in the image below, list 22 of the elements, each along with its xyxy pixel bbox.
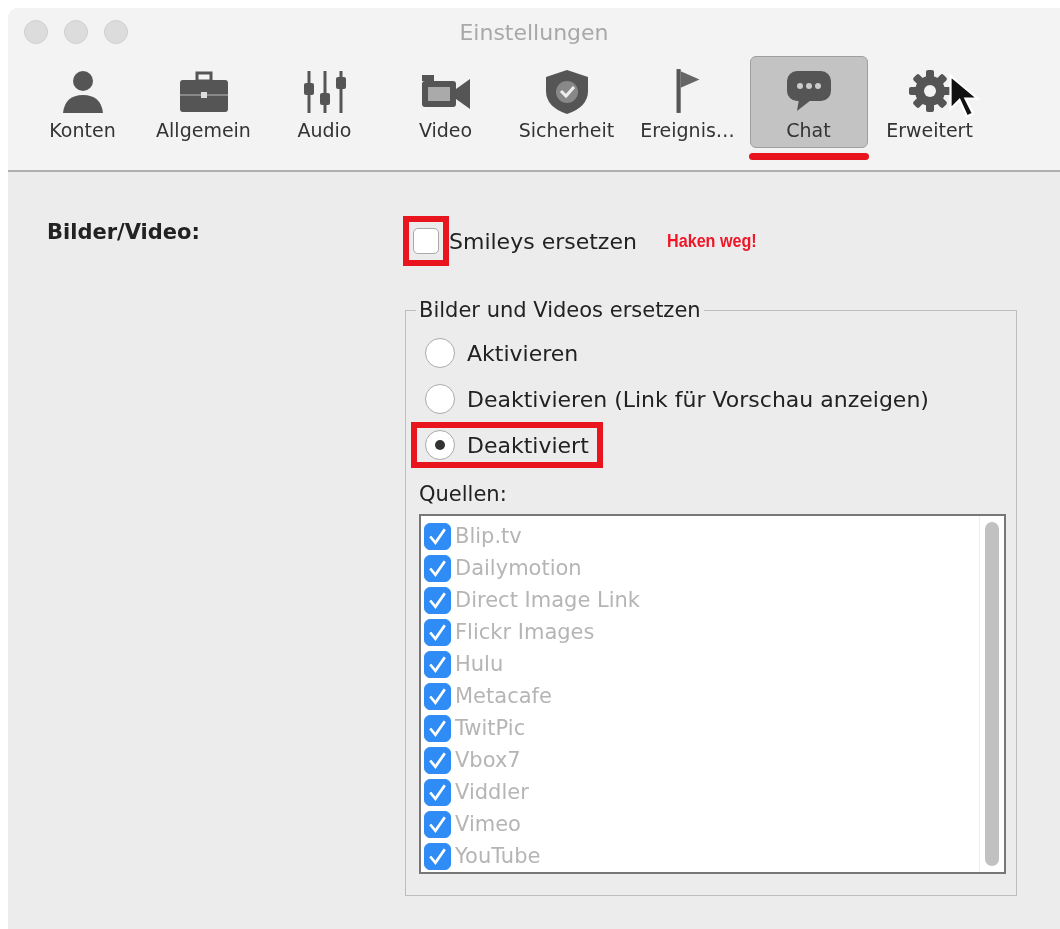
window-title: Einstellungen — [459, 19, 609, 45]
radio-button[interactable] — [425, 384, 455, 414]
section-label: Bilder/Video: — [47, 219, 201, 246]
checkbox-label[interactable]: Smileys ersetzen — [449, 228, 637, 254]
scrollbar-thumb[interactable] — [985, 522, 999, 866]
radio-label[interactable]: Deaktiviert — [467, 432, 589, 458]
toolbar-tab[interactable]: Erweitert — [870, 56, 989, 148]
group-title: Bilder und Videos ersetzen — [418, 298, 702, 322]
annotation-text: Haken weg! — [666, 230, 757, 252]
toolbar-tab[interactable]: Sicherheit — [507, 56, 626, 148]
toolbar-tab[interactable]: Konten — [23, 56, 142, 148]
toolbar-tab[interactable]: Allgemein — [144, 56, 263, 148]
checkbox[interactable] — [413, 228, 439, 254]
toolbar-tab[interactable]: Audio — [265, 56, 384, 148]
toolbar-tab[interactable]: Video — [386, 56, 505, 148]
radio-label[interactable]: Deaktivieren (Link für Vorschau anzeigen) — [467, 386, 929, 412]
radio-label[interactable]: Aktivieren — [467, 340, 579, 366]
toolbar-tab[interactable]: Ereignis… — [628, 56, 747, 148]
list-label: Quellen: — [419, 482, 508, 506]
radio-button[interactable] — [425, 338, 455, 368]
radio-button[interactable] — [425, 430, 455, 460]
toolbar-tab[interactable]: Chat — [749, 56, 868, 148]
